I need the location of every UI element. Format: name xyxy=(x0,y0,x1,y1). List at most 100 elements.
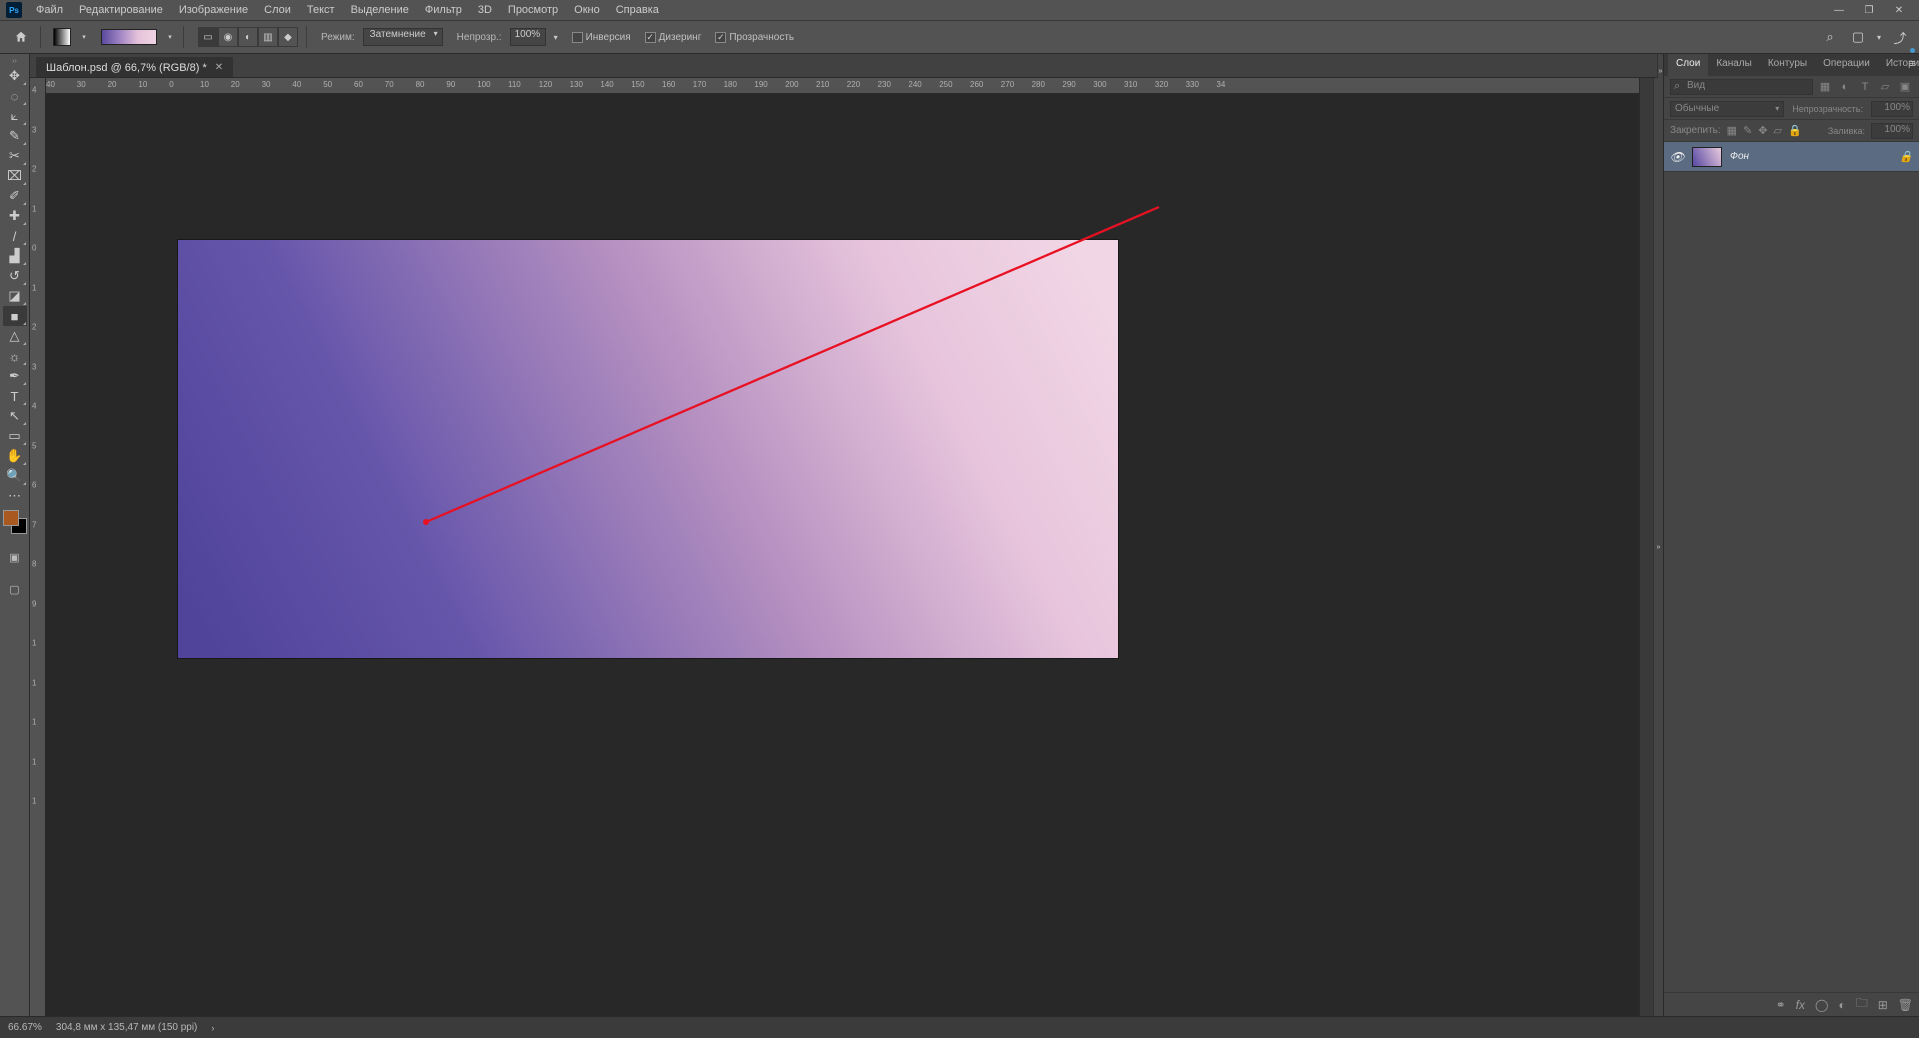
filter-type-icon[interactable]: T xyxy=(1857,79,1873,95)
tab-layers[interactable]: Слои xyxy=(1668,54,1708,76)
menu-file[interactable]: Файл xyxy=(28,1,71,19)
zoom-level[interactable]: 66.67% xyxy=(8,1022,42,1033)
foreground-color-swatch[interactable] xyxy=(3,510,19,526)
blend-mode-select[interactable]: Обычные▾ xyxy=(1670,101,1784,117)
eyedropper-tool[interactable]: ✐ xyxy=(3,186,27,206)
filter-smart-icon[interactable]: ▣ xyxy=(1897,79,1913,95)
gradient-preset-dropdown[interactable]: ▾ xyxy=(79,33,89,41)
type-tool[interactable]: T xyxy=(3,386,27,406)
gradient-diamond-button[interactable]: ◆ xyxy=(278,27,298,47)
menu-image[interactable]: Изображение xyxy=(171,1,256,19)
frame-toggle-button[interactable]: ▢ xyxy=(1849,28,1867,46)
layer-opacity-input[interactable]: 100% xyxy=(1871,101,1913,117)
gradient-linear-button[interactable]: ▭ xyxy=(198,27,218,47)
more-tools-button[interactable]: ⋯ xyxy=(3,486,27,506)
window-restore-button[interactable]: ❐ xyxy=(1855,1,1883,19)
menu-edit[interactable]: Редактирование xyxy=(71,1,171,19)
document-tab[interactable]: Шаблон.psd @ 66,7% (RGB/8) * ✕ xyxy=(36,57,233,77)
lock-all-icon[interactable]: 🔒 xyxy=(1788,124,1802,137)
shape-tool[interactable]: ▭ xyxy=(3,426,27,446)
horizontal-ruler[interactable]: 4030201001020304050607080901001101201301… xyxy=(46,78,1639,94)
new-layer-button[interactable]: ⊞ xyxy=(1878,998,1888,1012)
layer-group-button[interactable]: 🗀 xyxy=(1856,994,1868,1015)
close-tab-button[interactable]: ✕ xyxy=(215,62,223,73)
gradient-radial-button[interactable]: ◉ xyxy=(218,27,238,47)
adjustment-layer-button[interactable]: ◐ xyxy=(1838,998,1845,1012)
gradient-editor-swatch[interactable] xyxy=(101,29,157,45)
panel-menu-button[interactable]: ≡ xyxy=(1909,58,1915,70)
lock-pixels-icon[interactable]: ✎ xyxy=(1743,124,1752,137)
gradient-preset-swatch[interactable] xyxy=(53,28,71,46)
lock-transparency-icon[interactable]: ▦ xyxy=(1727,124,1737,137)
hand-tool[interactable]: ✋ xyxy=(3,446,27,466)
menu-filter[interactable]: Фильтр xyxy=(417,1,470,19)
gradient-editor-dropdown[interactable]: ▾ xyxy=(165,33,175,41)
opacity-dropdown[interactable]: ▾ xyxy=(554,33,558,42)
gradient-tool[interactable]: ■ xyxy=(3,306,27,326)
marquee-tool[interactable]: ◌ xyxy=(3,86,27,106)
pen-tool[interactable]: ✒ xyxy=(3,366,27,386)
eraser-tool[interactable]: ◪ xyxy=(3,286,27,306)
menu-window[interactable]: Окно xyxy=(566,1,608,19)
layer-mask-button[interactable]: ◯ xyxy=(1815,998,1828,1012)
filter-shape-icon[interactable]: ▱ xyxy=(1877,79,1893,95)
screen-mode-button[interactable]: ▢ xyxy=(4,580,26,598)
brush-tool[interactable]: / xyxy=(3,226,27,246)
dodge-tool[interactable]: ☼ xyxy=(3,346,27,366)
tab-channels[interactable]: Каналы xyxy=(1708,54,1760,76)
menu-type[interactable]: Текст xyxy=(299,1,343,19)
toolbox-drag-handle[interactable]: ›› xyxy=(5,58,25,64)
menu-select[interactable]: Выделение xyxy=(343,1,417,19)
menu-help[interactable]: Справка xyxy=(608,1,667,19)
reverse-checkbox[interactable] xyxy=(572,32,583,43)
move-tool[interactable]: ✥ xyxy=(3,66,27,86)
quick-select-tool[interactable]: ✎ xyxy=(3,126,27,146)
lock-position-icon[interactable]: ✥ xyxy=(1758,124,1767,137)
window-close-button[interactable]: ✕ xyxy=(1885,1,1913,19)
filter-pixel-icon[interactable]: ▦ xyxy=(1817,79,1833,95)
healing-brush-tool[interactable]: ✚ xyxy=(3,206,27,226)
home-button[interactable] xyxy=(10,26,32,48)
quick-mask-button[interactable]: ▣ xyxy=(4,548,26,566)
frame-dropdown[interactable]: ▾ xyxy=(1877,33,1881,42)
blur-tool[interactable]: △ xyxy=(3,326,27,346)
lasso-tool[interactable]: ⟀ xyxy=(3,106,27,126)
fill-input[interactable]: 100% xyxy=(1871,123,1913,139)
zoom-tool[interactable]: 🔍 xyxy=(3,466,27,486)
right-panel-collapse[interactable]: » xyxy=(1653,78,1663,1016)
dither-checkbox-wrap[interactable]: Дизеринг xyxy=(645,32,702,43)
layer-row[interactable]: 👁 Фон 🔒 xyxy=(1664,142,1919,172)
history-brush-tool[interactable]: ↺ xyxy=(3,266,27,286)
layer-filter-search[interactable]: Вид xyxy=(1670,79,1813,95)
menu-layers[interactable]: Слои xyxy=(256,1,299,19)
crop-tool[interactable]: ✂ xyxy=(3,146,27,166)
link-layers-button[interactable]: ⚭ xyxy=(1776,998,1786,1012)
vertical-scrollbar[interactable] xyxy=(1639,78,1653,1016)
menu-3d[interactable]: 3D xyxy=(470,1,500,19)
gradient-angle-button[interactable]: ◐ xyxy=(238,27,258,47)
reverse-checkbox-wrap[interactable]: Инверсия xyxy=(572,32,631,43)
layer-style-button[interactable]: fx xyxy=(1796,998,1805,1012)
clone-stamp-tool[interactable]: ▟ xyxy=(3,246,27,266)
vertical-ruler[interactable]: 4321012345678911111 xyxy=(30,78,46,1016)
delete-layer-button[interactable]: 🗑 xyxy=(1898,998,1913,1012)
document-info[interactable]: 304,8 мм x 135,47 мм (150 ppi) xyxy=(56,1022,197,1033)
mode-select[interactable]: Затемнение xyxy=(363,28,443,46)
opacity-input[interactable]: 100% xyxy=(510,28,546,46)
menu-view[interactable]: Просмотр xyxy=(500,1,566,19)
search-button[interactable]: ⌕ xyxy=(1821,28,1839,46)
status-menu-button[interactable]: › xyxy=(211,1023,214,1033)
share-button[interactable]: ⤴ xyxy=(1891,28,1909,46)
transparency-checkbox[interactable] xyxy=(715,32,726,43)
window-minimize-button[interactable]: — xyxy=(1825,1,1853,19)
tab-actions[interactable]: Операции xyxy=(1815,54,1878,76)
transparency-checkbox-wrap[interactable]: Прозрачность xyxy=(715,32,794,43)
layer-name[interactable]: Фон xyxy=(1730,151,1749,162)
frame-tool[interactable]: ⌧ xyxy=(3,166,27,186)
color-swatches[interactable] xyxy=(3,510,27,534)
lock-artboard-icon[interactable]: ▱ xyxy=(1774,124,1782,137)
path-select-tool[interactable]: ↖ xyxy=(3,406,27,426)
dither-checkbox[interactable] xyxy=(645,32,656,43)
layer-visibility-toggle[interactable]: 👁 xyxy=(1670,150,1684,164)
layer-thumbnail[interactable] xyxy=(1692,147,1722,167)
